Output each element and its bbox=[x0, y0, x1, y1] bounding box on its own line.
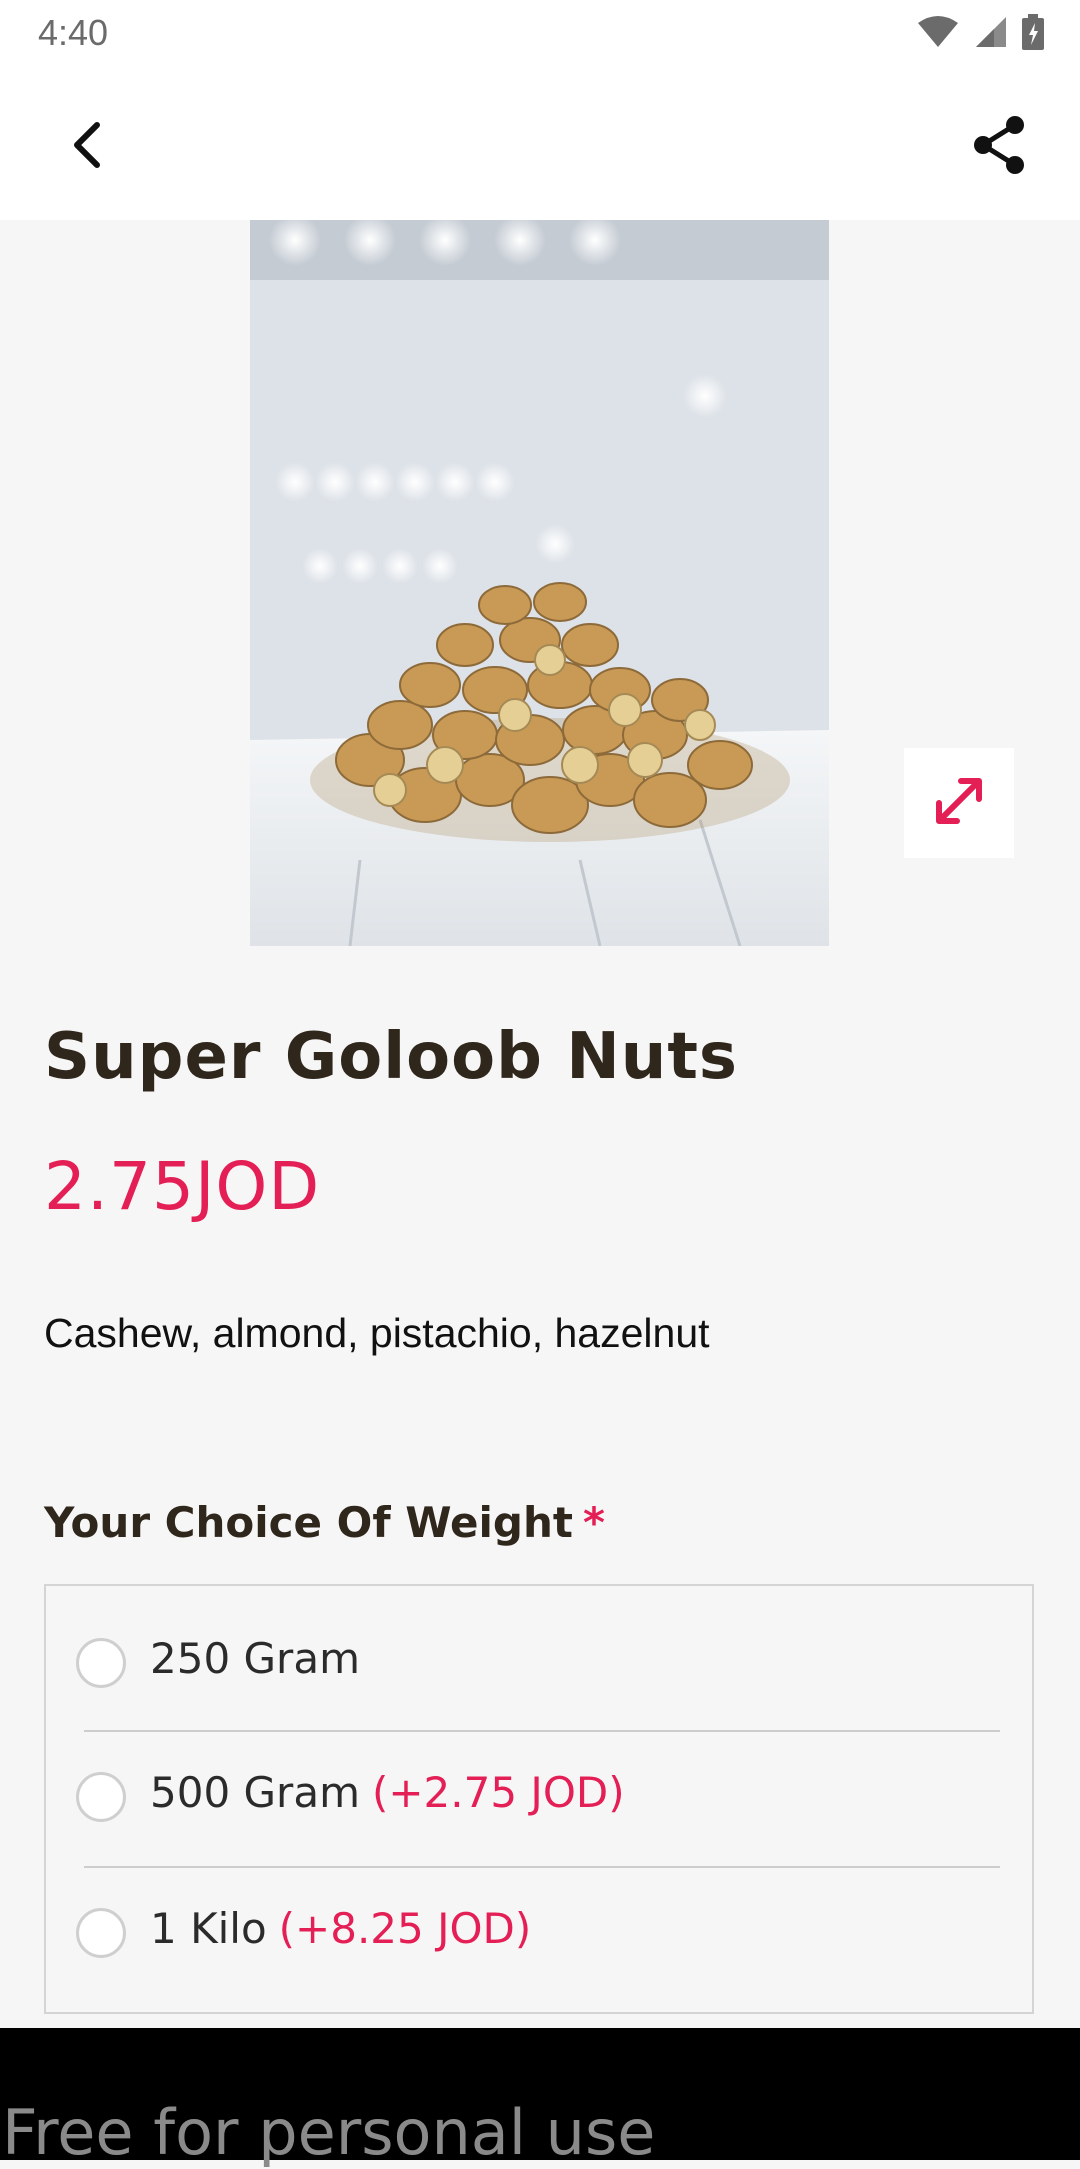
option-label: 1 Kilo (+8.25 JOD) bbox=[150, 1904, 531, 1953]
product-image[interactable] bbox=[250, 220, 829, 946]
option-label: 500 Gram (+2.75 JOD) bbox=[150, 1768, 625, 1817]
option-price-extra: (+8.25 JOD) bbox=[278, 1904, 532, 1953]
chevron-left-icon bbox=[67, 121, 107, 174]
option-label-text: 500 Gram bbox=[150, 1768, 360, 1817]
back-button[interactable] bbox=[50, 110, 124, 184]
product-price: 2.75JOD bbox=[44, 1148, 321, 1225]
weight-options: 250 Gram 500 Gram (+2.75 JOD) 1 Kilo (+8.2… bbox=[44, 1584, 1034, 2014]
weight-label-text: Your Choice Of Weight bbox=[44, 1498, 573, 1547]
product-description: Cashew, almond, pistachio, hazelnut bbox=[44, 1310, 710, 1356]
option-label: 250 Gram bbox=[150, 1634, 360, 1683]
radio-button[interactable] bbox=[76, 1908, 126, 1958]
watermark-bar: Free for personal use bbox=[0, 2028, 1080, 2164]
signal-icon bbox=[974, 15, 1008, 54]
expand-icon bbox=[931, 773, 987, 834]
option-label-text: 1 Kilo bbox=[150, 1904, 267, 1953]
share-button[interactable] bbox=[962, 110, 1036, 184]
weight-option-250g[interactable]: 250 Gram bbox=[46, 1586, 1032, 1720]
radio-button[interactable] bbox=[76, 1638, 126, 1688]
required-mark: * bbox=[582, 1498, 605, 1547]
status-time: 4:40 bbox=[38, 12, 109, 53]
product-title: Super Goloob Nuts bbox=[44, 1020, 738, 1094]
weight-option-1kg[interactable]: 1 Kilo (+8.25 JOD) bbox=[46, 1856, 1032, 1990]
wifi-icon bbox=[916, 15, 960, 54]
status-bar: 4:40 bbox=[0, 0, 1080, 66]
option-label-text: 250 Gram bbox=[150, 1634, 360, 1683]
radio-button[interactable] bbox=[76, 1772, 126, 1822]
weight-option-500g[interactable]: 500 Gram (+2.75 JOD) bbox=[46, 1720, 1032, 1854]
option-price-extra: (+2.75 JOD) bbox=[371, 1768, 625, 1817]
app-bar bbox=[0, 66, 1080, 220]
battery-icon bbox=[1022, 13, 1044, 55]
weight-section-label: Your Choice Of Weight * bbox=[44, 1498, 605, 1547]
watermark-text: Free for personal use bbox=[2, 2096, 656, 2169]
share-icon bbox=[971, 115, 1027, 180]
expand-button[interactable] bbox=[904, 748, 1014, 858]
status-icons bbox=[916, 13, 1044, 55]
